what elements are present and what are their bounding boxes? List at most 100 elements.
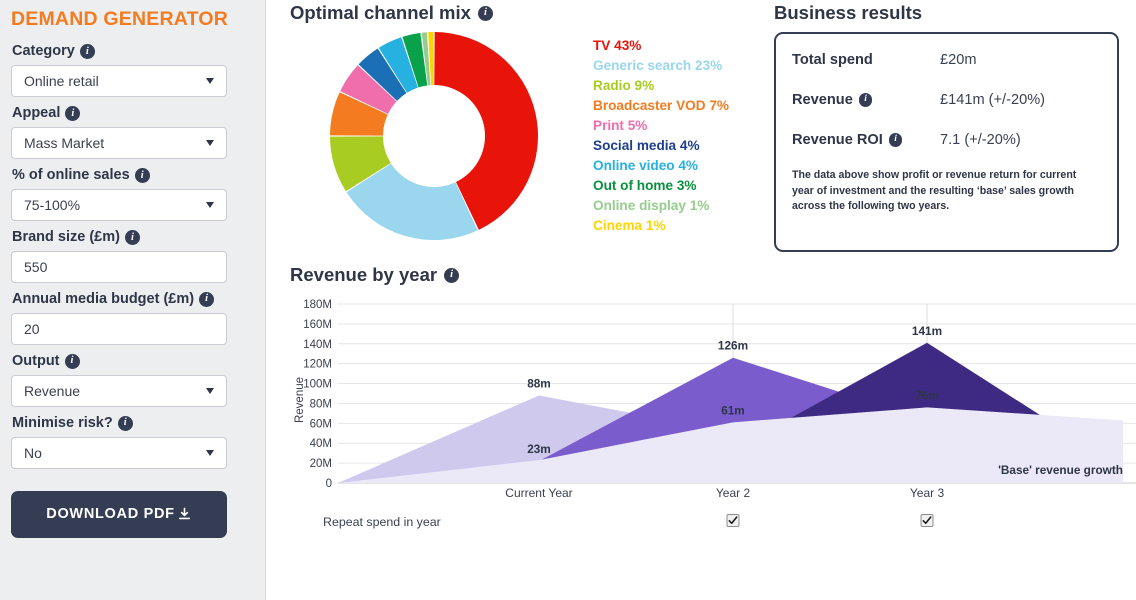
label-brand-size-text: Brand size (£m) <box>12 230 120 246</box>
field-online-sales-pct: % of online sales i 75-100% <box>11 168 254 221</box>
revenue-by-year-title-row: Revenue by year i <box>290 264 1136 286</box>
select-category-value: Online retail <box>24 73 206 89</box>
download-pdf-button[interactable]: DOWNLOAD PDF <box>11 491 227 538</box>
data-value-label: 88m <box>527 376 551 390</box>
y-axis-tick-label: 100M <box>303 379 332 391</box>
x-axis-tick-label: Year 3 <box>910 486 944 500</box>
legend-item[interactable]: TV 43% <box>593 36 729 56</box>
result-row-total-spend: Total spend £20m <box>792 52 1101 69</box>
download-icon <box>177 507 192 522</box>
info-icon-revenue-roi[interactable]: i <box>889 133 903 147</box>
revenue-chart-svg: 020M40M60M80M100M120M140M160M180MRevenue… <box>290 294 1136 494</box>
y-axis-title: Revenue <box>294 377 306 423</box>
business-results-panel: Business results Total spend £20m Revenu… <box>774 2 1122 24</box>
info-icon-category[interactable]: i <box>80 44 95 59</box>
result-row-revenue-roi: Revenue ROI i 7.1 (+/-20%) <box>792 132 1101 149</box>
result-label-revenue-roi: Revenue ROI i <box>792 132 940 149</box>
result-value-revenue-roi: 7.1 (+/-20%) <box>940 132 1021 149</box>
result-label-revenue-text: Revenue <box>792 92 853 109</box>
result-value-total-spend: £20m <box>940 52 977 69</box>
app-title: DEMAND GENERATOR <box>11 0 254 35</box>
select-minimise-risk[interactable]: No <box>11 437 227 469</box>
y-axis-tick-label: 180M <box>303 299 332 311</box>
sidebar: DEMAND GENERATOR Category i Online retai… <box>0 0 266 600</box>
info-icon-output[interactable]: i <box>65 354 80 369</box>
label-brand-size: Brand size (£m) i <box>12 230 254 246</box>
result-label-revenue: Revenue i <box>792 92 940 109</box>
label-appeal: Appeal i <box>12 106 254 122</box>
business-results-note: The data above show profit or revenue re… <box>792 168 1101 214</box>
label-media-budget-text: Annual media budget (£m) <box>12 292 194 308</box>
revenue-by-year-title: Revenue by year <box>290 264 437 286</box>
label-category: Category i <box>12 44 254 60</box>
info-icon-media-budget[interactable]: i <box>199 292 214 307</box>
select-online-sales-pct[interactable]: 75-100% <box>11 189 227 221</box>
legend-item[interactable]: Out of home 3% <box>593 176 729 196</box>
field-category: Category i Online retail <box>11 44 254 97</box>
label-online-sales-pct: % of online sales i <box>12 168 254 184</box>
chevron-down-icon <box>206 388 214 394</box>
label-appeal-text: Appeal <box>12 106 60 122</box>
input-media-budget[interactable]: 20 <box>11 313 227 345</box>
input-brand-size[interactable]: 550 <box>11 251 227 283</box>
x-axis-tick-label: Year 2 <box>716 486 750 500</box>
legend-item[interactable]: Cinema 1% <box>593 216 729 236</box>
select-minimise-risk-value: No <box>24 445 206 461</box>
y-axis-tick-label: 140M <box>303 339 332 351</box>
result-value-revenue: £141m (+/-20%) <box>940 92 1045 109</box>
chevron-down-icon <box>206 140 214 146</box>
legend-item[interactable]: Online video 4% <box>593 156 729 176</box>
info-icon-brand-size[interactable]: i <box>125 230 140 245</box>
chevron-down-icon <box>206 78 214 84</box>
input-brand-size-value: 550 <box>24 259 218 275</box>
base-revenue-growth-caption: 'Base' revenue growth <box>998 463 1123 477</box>
field-brand-size: Brand size (£m) i 550 <box>11 230 254 283</box>
repeat-spend-checkbox[interactable] <box>921 514 934 527</box>
channel-mix-title-row: Optimal channel mix i <box>290 2 740 24</box>
info-icon-appeal[interactable]: i <box>65 106 80 121</box>
select-appeal[interactable]: Mass Market <box>11 127 227 159</box>
legend-item[interactable]: Social media 4% <box>593 136 729 156</box>
legend-item[interactable]: Radio 9% <box>593 76 729 96</box>
chevron-down-icon <box>206 450 214 456</box>
donut-svg <box>328 30 540 242</box>
data-value-label: 141m <box>912 324 942 338</box>
repeat-spend-row: Repeat spend in year <box>290 514 1136 536</box>
legend-item[interactable]: Online display 1% <box>593 196 729 216</box>
result-row-revenue: Revenue i £141m (+/-20%) <box>792 92 1101 109</box>
label-category-text: Category <box>12 44 75 60</box>
y-axis-tick-label: 80M <box>310 398 332 410</box>
info-icon-online-sales-pct[interactable]: i <box>135 168 150 183</box>
legend-item[interactable]: Generic search 23% <box>593 56 729 76</box>
x-axis-tick-label: Current Year <box>505 486 572 500</box>
business-results-title: Business results <box>774 2 1122 24</box>
label-output: Output i <box>12 354 254 370</box>
y-axis-tick-label: 20M <box>310 458 332 470</box>
demand-generator-app: DEMAND GENERATOR Category i Online retai… <box>0 0 1136 600</box>
label-minimise-risk: Minimise risk? i <box>12 416 254 432</box>
label-output-text: Output <box>12 354 60 370</box>
result-label-total-spend: Total spend <box>792 52 940 69</box>
revenue-chart-x-axis-labels: Current Year Year 2 Year 3 <box>290 486 1136 504</box>
info-icon-channel-mix[interactable]: i <box>478 6 493 21</box>
channel-mix-title: Optimal channel mix <box>290 2 471 24</box>
result-label-total-spend-text: Total spend <box>792 52 873 69</box>
info-icon-minimise-risk[interactable]: i <box>118 416 133 431</box>
select-output[interactable]: Revenue <box>11 375 227 407</box>
result-label-revenue-roi-text: Revenue ROI <box>792 132 883 149</box>
repeat-spend-checkbox[interactable] <box>727 514 740 527</box>
select-appeal-value: Mass Market <box>24 135 206 151</box>
download-pdf-label: DOWNLOAD PDF <box>46 506 174 522</box>
legend-item[interactable]: Broadcaster VOD 7% <box>593 96 729 116</box>
channel-mix-legend: TV 43%Generic search 23%Radio 9%Broadcas… <box>593 36 729 236</box>
select-category[interactable]: Online retail <box>11 65 227 97</box>
select-output-value: Revenue <box>24 383 206 399</box>
select-online-sales-pct-value: 75-100% <box>24 197 206 213</box>
y-axis-tick-label: 120M <box>303 359 332 371</box>
info-icon-revenue-by-year[interactable]: i <box>444 268 459 283</box>
info-icon-revenue[interactable]: i <box>859 93 873 107</box>
repeat-spend-label: Repeat spend in year <box>323 515 441 529</box>
revenue-area-chart: 020M40M60M80M100M120M140M160M180MRevenue… <box>290 294 1136 524</box>
legend-item[interactable]: Print 5% <box>593 116 729 136</box>
field-appeal: Appeal i Mass Market <box>11 106 254 159</box>
